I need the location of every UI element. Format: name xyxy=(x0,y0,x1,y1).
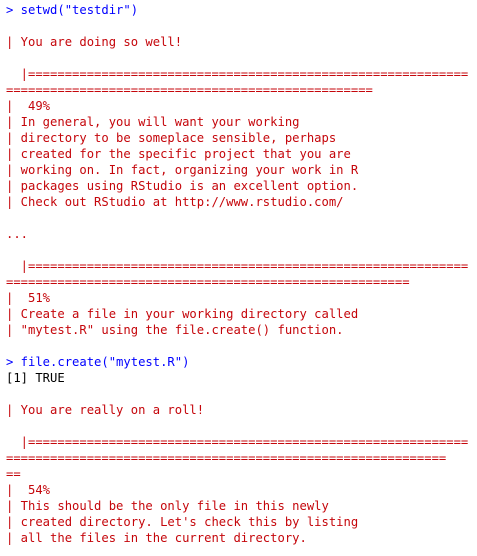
console-message-line: ========================================… xyxy=(6,451,447,465)
console-message-line: |=======================================… xyxy=(6,435,469,449)
console-message-line: | all the files in the current directory… xyxy=(6,531,307,545)
console-message-line: == xyxy=(6,467,21,481)
console-message-line: | directory to be someplace sensible, pe… xyxy=(6,131,337,145)
console-message-line: | You are doing so well! xyxy=(6,35,183,49)
console-message-line: | created directory. Let's check this by… xyxy=(6,515,359,529)
console-message-line: ... xyxy=(6,227,29,241)
console-message-line: | packages using RStudio is an excellent… xyxy=(6,179,359,193)
console-command-line: > file.create("mytest.R") xyxy=(6,355,190,369)
console-command-line: > setwd("testdir") xyxy=(6,3,139,17)
console-message-line: | Create a file in your working director… xyxy=(6,307,359,321)
r-console[interactable]: > setwd("testdir") | You are doing so wel… xyxy=(6,2,477,546)
console-output-line: [1] TRUE xyxy=(6,371,65,385)
console-message-line: | Check out RStudio at http://www.rstudi… xyxy=(6,195,344,209)
console-message-line: | In general, you will want your working xyxy=(6,115,300,129)
console-message-line: | You are really on a roll! xyxy=(6,403,205,417)
console-message-line: | "mytest.R" using the file.create() fun… xyxy=(6,323,344,337)
console-message-line: | This should be the only file in this n… xyxy=(6,499,329,513)
console-message-line: | 51% xyxy=(6,291,51,305)
console-message-line: | 49% xyxy=(6,99,51,113)
console-message-line: | created for the specific project that … xyxy=(6,147,351,161)
console-message-line: |=======================================… xyxy=(6,67,469,81)
console-message-line: |=======================================… xyxy=(6,259,469,273)
console-message-line: ========================================… xyxy=(6,275,410,289)
console-message-line: | 54% xyxy=(6,483,51,497)
console-message-line: ========================================… xyxy=(6,83,373,97)
console-message-line: | working on. In fact, organizing your w… xyxy=(6,163,359,177)
